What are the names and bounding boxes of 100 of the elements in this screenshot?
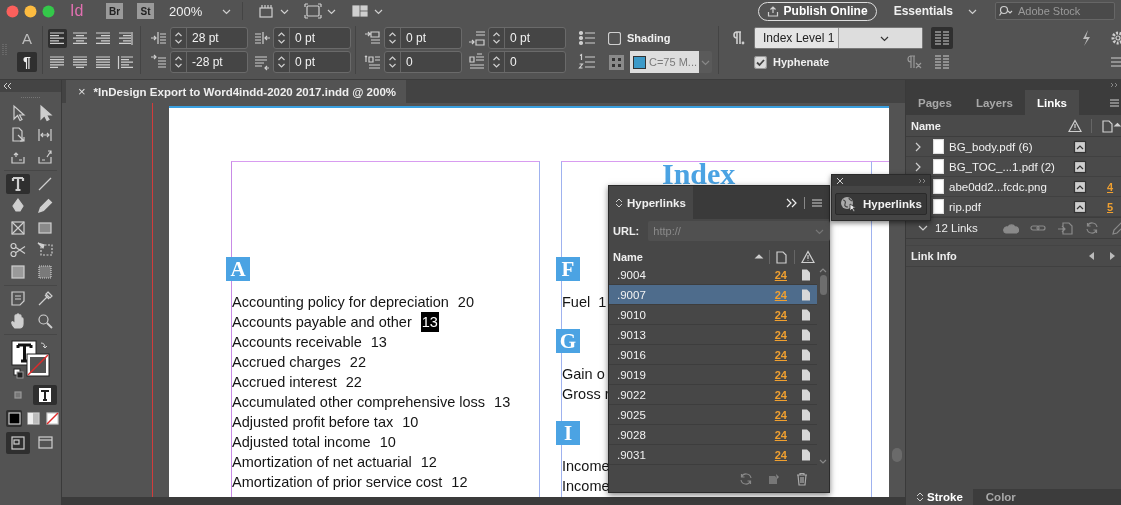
trash-icon[interactable]	[795, 472, 809, 486]
panel-tab[interactable]: Hyperlinks	[609, 186, 693, 219]
numbered-list-icon[interactable]	[578, 53, 596, 71]
columns-button[interactable]	[931, 27, 953, 49]
hyperlink-row[interactable]: .9016 24	[609, 345, 817, 365]
link-name: abe0dd2...fcdc.png	[949, 180, 1048, 193]
formatting-affects-text-button[interactable]	[33, 385, 57, 405]
panel-tab[interactable]: Pages	[906, 90, 964, 115]
apply-color-button[interactable]	[6, 410, 22, 427]
clear-overrides-icon[interactable]	[905, 54, 923, 70]
document-tab[interactable]: × *InDesign Export to Word4indd-2020 2017.indd @ 200%	[66, 80, 406, 103]
spacing-field[interactable]: 0 pt	[384, 27, 462, 49]
hyperlinks-button[interactable]: Hyperlinks	[835, 193, 927, 215]
collapse-panel-icon[interactable]	[3, 82, 13, 90]
page-link[interactable]: 24	[774, 328, 787, 341]
panel-tab[interactable]: Stroke	[906, 489, 973, 505]
settings-icon[interactable]	[1109, 30, 1121, 46]
apply-none-button[interactable]	[44, 410, 60, 427]
spacing-field[interactable]: 0	[488, 51, 566, 73]
scroll-down-icon[interactable]	[819, 459, 827, 465]
page-link[interactable]: 4	[1107, 180, 1121, 193]
index-term: Amortization of net actuarial	[232, 453, 412, 472]
scrollbar-thumb[interactable]	[819, 275, 827, 295]
hyperlink-row[interactable]: .9031 24	[609, 445, 817, 465]
app-launcher-button[interactable]: St	[137, 3, 154, 19]
index-term: Accounts payable and other	[232, 313, 412, 332]
document-icon	[799, 407, 813, 422]
page-link[interactable]: 24	[774, 448, 787, 461]
page-link[interactable]: 24	[774, 408, 787, 421]
type-tool[interactable]	[5, 174, 30, 194]
spacing-field[interactable]: 0 pt	[273, 51, 351, 73]
index-term: Accounting policy for depreciation	[232, 293, 449, 312]
update-link-icon[interactable]	[1083, 221, 1100, 235]
page-link[interactable]: 24	[774, 268, 787, 281]
panel-tab[interactable]: Links	[1025, 90, 1080, 115]
document-icon	[799, 387, 813, 402]
spacing-field[interactable]: 0	[384, 51, 462, 73]
shading-checkbox[interactable]	[608, 31, 621, 45]
index-entry: Income	[562, 457, 610, 476]
paragraph-mode-button[interactable]: ¶	[17, 52, 37, 72]
scroll-up-icon[interactable]	[819, 267, 827, 273]
shading-settings-icon[interactable]	[608, 53, 625, 71]
panel-tab[interactable]: Color	[972, 489, 1026, 505]
spacing-field[interactable]: -28 pt	[170, 51, 248, 73]
menu-icon[interactable]	[811, 197, 823, 208]
previous-icon[interactable]	[1089, 252, 1095, 260]
page-link[interactable]: 24	[774, 368, 787, 381]
document-title: *InDesign Export to Word4indd-2020 2017.indd @ 200%	[93, 85, 396, 98]
hyperlink-row[interactable]: .9019 24	[609, 365, 817, 385]
workspace-switcher[interactable]: Essentials	[893, 4, 953, 18]
link-status-icon	[1073, 139, 1087, 154]
document-icon	[799, 427, 813, 442]
hyperlink-row[interactable]: .9007 24	[609, 285, 817, 305]
page-link[interactable]: 24	[774, 308, 787, 321]
menu-icon[interactable]	[1109, 97, 1119, 108]
page-link[interactable]: 5	[1107, 200, 1121, 213]
link-name: rip.pdf	[949, 200, 982, 213]
next-icon[interactable]	[1109, 252, 1115, 260]
spacing-field[interactable]: 28 pt	[170, 27, 248, 49]
search-field[interactable]: Adobe Stock	[995, 2, 1115, 20]
hyphenate-checkbox[interactable]	[754, 55, 767, 69]
close-tab-button[interactable]: ×	[78, 84, 86, 99]
page-link[interactable]: 24	[774, 428, 787, 441]
character-mode-button[interactable]: A	[17, 28, 37, 48]
document-icon	[799, 367, 813, 382]
apply-gradient-button[interactable]	[25, 410, 41, 427]
hyperlink-row[interactable]: .9013 24	[609, 325, 817, 345]
align-left-button[interactable]	[48, 28, 67, 48]
hyperlink-row[interactable]: .9025 24	[609, 405, 817, 425]
panel-tab[interactable]: Layers	[963, 90, 1025, 115]
close-window-button[interactable]	[6, 4, 19, 18]
zoom-level[interactable]: 200%	[169, 3, 209, 19]
left-indent-icon	[150, 29, 168, 47]
screen-mode-icon[interactable]	[304, 3, 322, 19]
spacing-field[interactable]: 0 pt	[488, 27, 566, 49]
close-icon[interactable]	[836, 176, 844, 185]
page-number: 22	[345, 373, 362, 392]
hyperlink-row[interactable]: .9010 24	[609, 305, 817, 325]
app-launcher-button[interactable]: Br	[106, 3, 123, 19]
url-field[interactable]: http://	[648, 221, 831, 241]
go-to-link-icon[interactable]	[1056, 221, 1073, 235]
paragraph-style-dropdown[interactable]: Index Level 1	[754, 27, 923, 49]
menu-icon[interactable]	[1109, 55, 1121, 69]
arrange-documents-icon[interactable]	[351, 3, 369, 19]
section-header: Link Info	[911, 250, 958, 262]
page-link[interactable]: 24	[774, 388, 787, 401]
page-link[interactable]: 24	[774, 348, 787, 361]
cloud-link-icon[interactable]	[1002, 221, 1019, 235]
column-header[interactable]: Name	[613, 251, 753, 263]
maximize-window-button[interactable]	[42, 4, 55, 18]
refresh-icon[interactable]	[739, 472, 753, 486]
warning-icon	[1068, 118, 1082, 133]
frame-edges-icon[interactable]	[257, 3, 275, 19]
column-header[interactable]: Name	[911, 119, 1068, 132]
bulleted-list-icon[interactable]	[578, 29, 596, 47]
hyperlink-row[interactable]: .9022 24	[609, 385, 817, 405]
minimize-window-button[interactable]	[24, 4, 37, 18]
normal-view-button[interactable]	[6, 432, 30, 454]
hyperlink-row[interactable]: .9028 24	[609, 425, 817, 445]
spacing-field[interactable]: 0 pt	[273, 27, 351, 49]
